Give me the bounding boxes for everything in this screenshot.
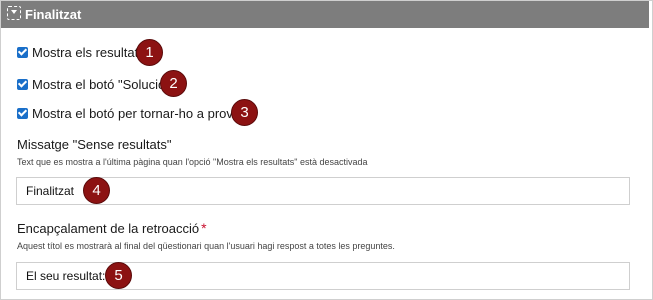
- feedback-heading-help: Aquest títol es mostrarà al final del qü…: [17, 241, 395, 251]
- callout-badge-1: 1: [136, 39, 163, 66]
- show-retry-label: Mostra el botó per tornar-ho a provar: [32, 105, 245, 121]
- required-mark: *: [201, 220, 207, 236]
- option-show-results[interactable]: Mostra els resultats: [17, 43, 145, 61]
- show-results-checkbox[interactable]: [17, 46, 28, 58]
- panel-title: Finalitzat: [25, 7, 82, 22]
- collapse-icon[interactable]: [7, 6, 21, 20]
- no-results-label: Missatge "Sense resultats": [17, 137, 172, 152]
- callout-badge-2: 2: [160, 70, 187, 97]
- show-solution-checkbox[interactable]: [17, 78, 28, 90]
- feedback-heading-label: Encapçalament de la retroacció *: [17, 220, 207, 236]
- callout-badge-3: 3: [231, 99, 258, 126]
- panel-header[interactable]: Finalitzat: [1, 1, 649, 28]
- show-results-label: Mostra els resultats: [32, 44, 145, 60]
- callout-badge-4: 4: [83, 177, 110, 204]
- feedback-heading-label-text: Encapçalament de la retroacció: [17, 221, 200, 236]
- callout-badge-5: 5: [105, 262, 132, 289]
- show-solution-label: Mostra el botó "Solució": [32, 76, 170, 92]
- no-results-help: Text que es mostra a l'última pàgina qua…: [17, 157, 368, 167]
- option-show-retry-button[interactable]: Mostra el botó per tornar-ho a provar: [17, 104, 244, 122]
- show-retry-checkbox[interactable]: [17, 107, 28, 119]
- option-show-solution-button[interactable]: Mostra el botó "Solució": [17, 75, 170, 93]
